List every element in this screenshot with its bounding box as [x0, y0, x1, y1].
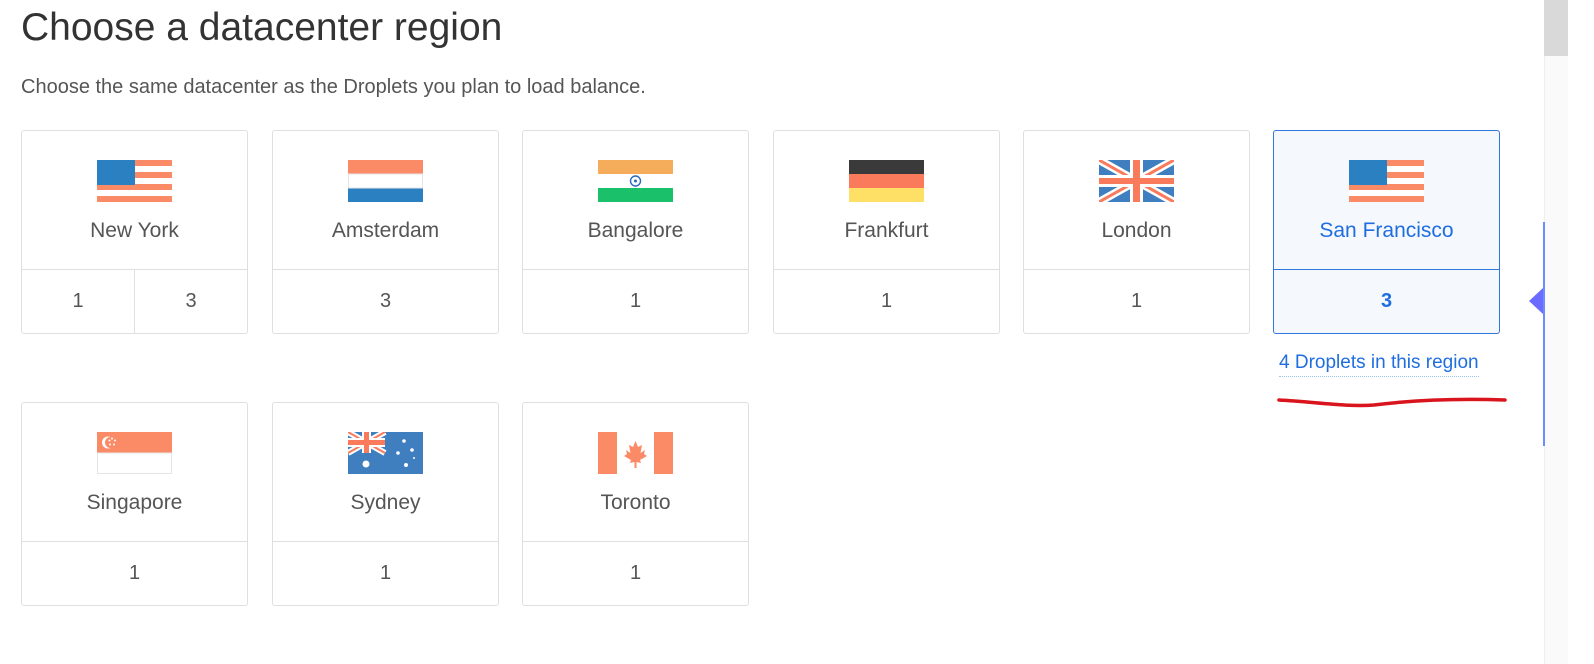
region-name: Singapore — [86, 491, 183, 514]
region-card-frankfurt[interactable]: Frankfurt 1 — [773, 130, 1000, 334]
region-card-sydney[interactable]: Sydney 1 — [272, 402, 499, 606]
region-name: Bangalore — [587, 219, 684, 242]
datacenter-option[interactable]: 1 — [22, 270, 134, 333]
region-name: Frankfurt — [844, 219, 929, 242]
region-name: Amsterdam — [331, 219, 440, 242]
region-name: Sydney — [350, 491, 421, 514]
datacenter-option[interactable]: 1 — [523, 542, 748, 605]
region-name: New York — [90, 219, 179, 242]
germany-flag-icon — [849, 160, 924, 202]
region-card-amsterdam[interactable]: Amsterdam 3 — [272, 130, 499, 334]
region-card-singapore[interactable]: Singapore 1 — [21, 402, 248, 606]
side-panel-edge — [1543, 222, 1545, 446]
usa-flag-icon — [97, 160, 172, 202]
datacenter-option-selected[interactable]: 3 — [1274, 270, 1499, 333]
datacenter-option[interactable]: 1 — [523, 270, 748, 333]
india-flag-icon — [598, 160, 673, 202]
droplets-in-region-link[interactable]: 4 Droplets in this region — [1279, 352, 1479, 377]
datacenter-option[interactable]: 3 — [134, 270, 247, 333]
usa-flag-icon — [1349, 160, 1424, 202]
page-title: Choose a datacenter region — [21, 6, 503, 49]
datacenter-option[interactable]: 1 — [774, 270, 999, 333]
uk-flag-icon — [1099, 160, 1174, 202]
australia-flag-icon — [348, 432, 423, 474]
netherlands-flag-icon — [348, 160, 423, 202]
datacenter-option[interactable]: 1 — [273, 542, 498, 605]
scrollbar-thumb[interactable] — [1544, 0, 1568, 56]
region-card-new-york[interactable]: New York 1 3 — [21, 130, 248, 334]
region-card-toronto[interactable]: Toronto 1 — [522, 402, 749, 606]
page-subtitle: Choose the same datacenter as the Drople… — [21, 76, 646, 98]
singapore-flag-icon — [97, 432, 172, 474]
region-name: Toronto — [600, 491, 671, 514]
red-underline-annotation — [1277, 397, 1507, 408]
vertical-scrollbar[interactable] — [1544, 0, 1568, 664]
datacenter-option[interactable]: 3 — [273, 270, 498, 333]
region-card-london[interactable]: London 1 — [1023, 130, 1250, 334]
datacenter-option[interactable]: 1 — [1024, 270, 1249, 333]
side-panel-pointer-icon — [1529, 288, 1543, 314]
region-name: London — [1101, 219, 1172, 242]
region-name: San Francisco — [1319, 219, 1454, 242]
region-card-san-francisco[interactable]: San Francisco 3 — [1273, 130, 1500, 334]
canada-flag-icon — [598, 432, 673, 474]
datacenter-option[interactable]: 1 — [22, 542, 247, 605]
region-card-bangalore[interactable]: Bangalore 1 — [522, 130, 749, 334]
